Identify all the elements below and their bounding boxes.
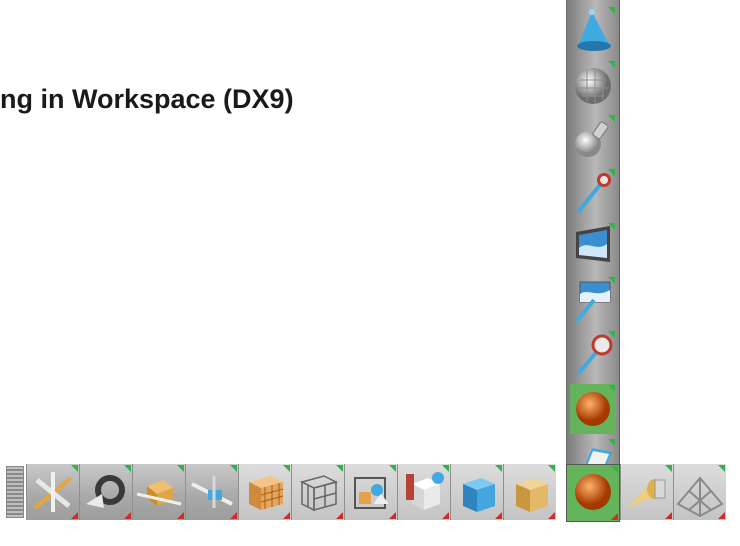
light-probe-icon[interactable] xyxy=(570,168,616,218)
vertical-tool-palette xyxy=(566,0,620,490)
wireframe-box-icon[interactable] xyxy=(291,464,344,520)
point-light-bulb-icon[interactable] xyxy=(570,114,616,164)
wire-plane-icon[interactable] xyxy=(673,464,726,520)
grid-box-icon[interactable] xyxy=(238,464,291,520)
blue-cube-icon[interactable] xyxy=(450,464,503,520)
scene-objects-icon[interactable] xyxy=(344,464,397,520)
orange-sphere-icon[interactable] xyxy=(566,464,620,522)
axis-gizmo-icon[interactable] xyxy=(26,464,79,520)
translate-cube-icon[interactable] xyxy=(132,464,185,520)
tan-cube-icon[interactable] xyxy=(503,464,556,520)
image-probe-icon[interactable] xyxy=(570,276,616,326)
probe-pointer-icon[interactable] xyxy=(570,330,616,380)
light-cone-icon[interactable] xyxy=(620,464,673,520)
spotlight-cone-icon[interactable] xyxy=(570,6,616,56)
move-tool-icon[interactable] xyxy=(185,464,238,520)
orange-sphere-icon[interactable] xyxy=(570,384,616,434)
checker-sphere-icon[interactable] xyxy=(570,60,616,110)
background-image-panel-icon[interactable] xyxy=(570,222,616,272)
horizontal-tool-palette xyxy=(0,462,740,522)
white-cube-icon[interactable] xyxy=(397,464,450,520)
page-title: ng in Workspace (DX9) xyxy=(0,84,294,114)
rotate-gizmo-icon[interactable] xyxy=(79,464,132,520)
palette-drag-handle[interactable] xyxy=(6,466,24,518)
